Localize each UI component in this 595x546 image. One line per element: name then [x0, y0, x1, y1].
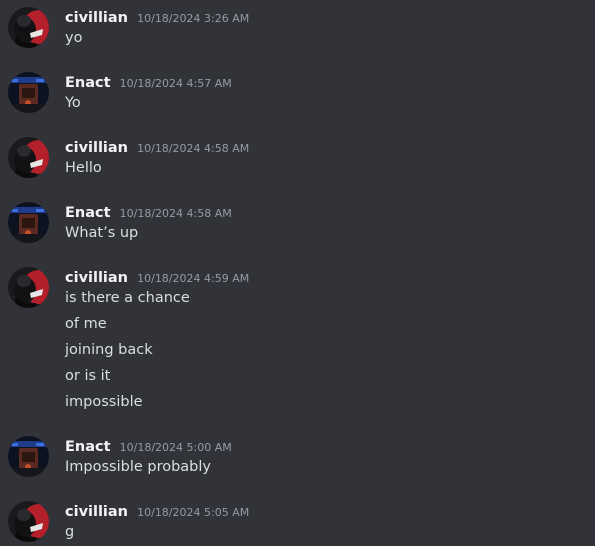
message: civillian 10/18/2024 4:59 AM is there a …: [0, 267, 595, 417]
avatar-image-icon: [8, 137, 49, 178]
avatar-enact[interactable]: [8, 72, 49, 113]
message-header: Enact 10/18/2024 5:00 AM: [65, 436, 232, 456]
avatar-image-icon: [8, 202, 49, 243]
author-name[interactable]: Enact: [65, 205, 111, 221]
message-text: is there a chance: [65, 290, 190, 306]
avatar-image-icon: [8, 501, 49, 542]
avatar-civillian[interactable]: [8, 267, 49, 308]
author-name[interactable]: civillian: [65, 10, 128, 26]
avatar-enact[interactable]: [8, 436, 49, 477]
message-text: or is it: [65, 368, 111, 384]
message-text: impossible: [65, 394, 143, 410]
timestamp[interactable]: 10/18/2024 4:59 AM: [137, 272, 249, 285]
message: civillian 10/18/2024 3:26 AM yo: [0, 7, 595, 49]
message-header: Enact 10/18/2024 4:57 AM: [65, 72, 232, 92]
author-name[interactable]: civillian: [65, 140, 128, 156]
author-name[interactable]: civillian: [65, 504, 128, 520]
timestamp[interactable]: 10/18/2024 3:26 AM: [137, 12, 249, 25]
author-name[interactable]: Enact: [65, 75, 111, 91]
avatar-image-icon: [8, 267, 49, 308]
message-header: Enact 10/18/2024 4:58 AM: [65, 202, 232, 222]
timestamp[interactable]: 10/18/2024 4:58 AM: [137, 142, 249, 155]
avatar-civillian[interactable]: [8, 7, 49, 48]
timestamp[interactable]: 10/18/2024 5:05 AM: [137, 506, 249, 519]
message-text: yo: [65, 30, 83, 46]
avatar-image-icon: [8, 72, 49, 113]
message: Enact 10/18/2024 4:58 AM What’s up: [0, 202, 595, 244]
message-header: civillian 10/18/2024 5:05 AM: [65, 501, 249, 521]
message: Enact 10/18/2024 4:57 AM Yo: [0, 72, 595, 114]
message: Enact 10/18/2024 5:00 AM Impossible prob…: [0, 436, 595, 478]
timestamp[interactable]: 10/18/2024 5:00 AM: [120, 441, 232, 454]
message-header: civillian 10/18/2024 4:59 AM: [65, 267, 249, 287]
avatar-image-icon: [8, 7, 49, 48]
message: civillian 10/18/2024 5:05 AM g: [0, 501, 595, 543]
message-header: civillian 10/18/2024 3:26 AM: [65, 7, 249, 27]
message-text: Hello: [65, 160, 102, 176]
message-text: joining back: [65, 342, 153, 358]
message: civillian 10/18/2024 4:58 AM Hello: [0, 137, 595, 179]
message-text: of me: [65, 316, 107, 332]
timestamp[interactable]: 10/18/2024 4:57 AM: [120, 77, 232, 90]
message-header: civillian 10/18/2024 4:58 AM: [65, 137, 249, 157]
author-name[interactable]: civillian: [65, 270, 128, 286]
avatar-enact[interactable]: [8, 202, 49, 243]
timestamp[interactable]: 10/18/2024 4:58 AM: [120, 207, 232, 220]
author-name[interactable]: Enact: [65, 439, 111, 455]
avatar-civillian[interactable]: [8, 137, 49, 178]
message-text: Impossible probably: [65, 459, 211, 475]
message-text: What’s up: [65, 225, 139, 241]
message-text: Yo: [65, 95, 81, 111]
avatar-civillian[interactable]: [8, 501, 49, 542]
message-text: g: [65, 524, 75, 540]
avatar-image-icon: [8, 436, 49, 477]
